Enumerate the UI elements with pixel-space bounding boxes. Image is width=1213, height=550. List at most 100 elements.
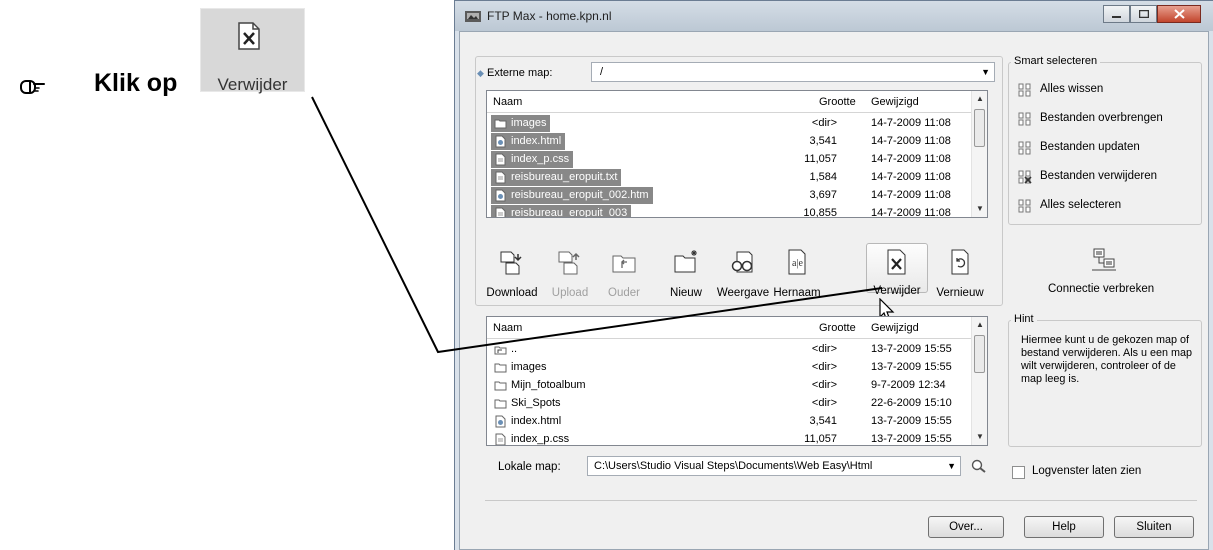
instruction-delete-button-image: Verwijder (200, 8, 305, 94)
rename-icon: a|e (788, 249, 806, 275)
smart-item-1[interactable]: Bestanden overbrengen (1040, 112, 1163, 124)
file-row[interactable]: reisbureau_eropuit_002.htm 3,697 14-7-2009… (487, 187, 971, 205)
new-folder-button[interactable]: Nieuw (654, 248, 718, 299)
file-modified: 9-7-2009 12:34 (871, 379, 946, 391)
folder-icon (494, 119, 507, 129)
parent-folder-icon (494, 346, 507, 355)
file-row[interactable]: reisbureau_eropuit_003 10,855 14-7-2009 11… (487, 205, 971, 218)
col-size[interactable]: Grootte (819, 96, 856, 108)
remote-file-list[interactable]: Naam Grootte Gewijzigd images <dir> 14-7-2… (486, 90, 988, 218)
smart-item-4[interactable]: Alles selecteren (1040, 199, 1121, 211)
local-list-header: Naam Grootte Gewijzigd (487, 317, 971, 339)
file-row[interactable]: index_p.css 11,057 13-7-2009 15:55 (487, 431, 971, 445)
file-icon (495, 171, 506, 184)
file-name: reisbureau_eropuit_002.htm (491, 187, 653, 204)
file-modified: 13-7-2009 15:55 (871, 361, 952, 373)
ftp-app-icon (465, 11, 481, 22)
smart-item-2[interactable]: Bestanden updaten (1040, 141, 1140, 153)
file-modified: 14-7-2009 11:08 (871, 135, 951, 147)
file-row[interactable]: index.html 3,541 14-7-2009 11:08 (487, 133, 971, 151)
col-name[interactable]: Naam (493, 96, 522, 108)
file-icon (495, 153, 506, 166)
parent-folder-icon (612, 255, 636, 273)
file-row[interactable]: index.html 3,541 13-7-2009 15:55 (487, 413, 971, 431)
instruction-panel: Klik op Verwijder (0, 0, 446, 550)
new-folder-label: Nieuw (670, 287, 702, 299)
file-name: index_p.css (491, 151, 574, 168)
refresh-button[interactable]: Vernieuw (928, 248, 992, 299)
local-path-value: C:\Users\Studio Visual Steps\Documents\W… (594, 460, 873, 472)
file-row[interactable]: reisbureau_eropuit.txt 1,584 14-7-2009 11:… (487, 169, 971, 187)
file-row[interactable]: Mijn_fotoalbum <dir> 9-7-2009 12:34 (487, 377, 971, 395)
upload-icon (558, 251, 580, 275)
remote-scrollbar[interactable]: ▲ ▼ (971, 91, 987, 217)
chevron-down-icon: ▼ (947, 461, 956, 471)
rename-button[interactable]: a|e Hernaam (765, 248, 829, 299)
parent-button[interactable]: Ouder (592, 248, 656, 299)
file-size: <dir> (811, 117, 837, 129)
maximize-button[interactable] (1130, 5, 1157, 23)
file-name: index.html (491, 413, 565, 430)
file-row[interactable]: index_p.css 11,057 14-7-2009 11:08 (487, 151, 971, 169)
file-name: images (491, 359, 550, 376)
select-all-icon (1018, 199, 1031, 213)
file-size: 10,855 (803, 207, 837, 218)
title-bar[interactable]: FTP Max - home.kpn.nl (455, 1, 1213, 31)
file-row[interactable]: images <dir> 14-7-2009 11:08 (487, 115, 971, 133)
html-file-icon (495, 135, 506, 148)
col-modified[interactable]: Gewijzigd (871, 322, 919, 334)
file-row[interactable]: .. <dir> 13-7-2009 15:55 (487, 341, 971, 359)
download-button[interactable]: Download (480, 248, 544, 299)
close-window-button[interactable] (1157, 5, 1201, 23)
file-size: <dir> (811, 379, 837, 391)
scroll-up-icon[interactable]: ▲ (972, 317, 987, 333)
file-name: reisbureau_eropuit.txt (491, 169, 622, 186)
html-file-icon (495, 415, 506, 428)
download-label: Download (486, 287, 538, 299)
col-size[interactable]: Grootte (819, 322, 856, 334)
scroll-down-icon[interactable]: ▼ (972, 429, 987, 445)
local-file-list[interactable]: Naam Grootte Gewijzigd .. <dir> 13-7-2009 … (486, 316, 988, 446)
folder-icon (494, 381, 507, 391)
about-button[interactable]: Over... (928, 516, 1004, 538)
file-modified: 14-7-2009 11:08 (871, 171, 951, 183)
rename-label: Hernaam (773, 287, 821, 299)
hint-title: Hint (1011, 313, 1037, 325)
refresh-icon (951, 249, 969, 275)
file-icon (495, 433, 506, 445)
help-button[interactable]: Help (1024, 516, 1104, 538)
close-button[interactable]: Sluiten (1114, 516, 1194, 538)
local-scrollbar[interactable]: ▲ ▼ (971, 317, 987, 445)
scroll-thumb[interactable] (974, 109, 985, 147)
delete-files-icon (1018, 170, 1032, 184)
scroll-up-icon[interactable]: ▲ (972, 91, 987, 107)
divider (485, 500, 1197, 501)
remote-map-label: ◆ Externe map: (477, 67, 553, 79)
local-path-combo[interactable]: C:\Users\Studio Visual Steps\Documents\W… (587, 456, 961, 476)
minimize-icon (1112, 15, 1121, 18)
disconnect-link[interactable]: Connectie verbreken (1048, 283, 1154, 295)
file-icon (495, 207, 506, 217)
browse-search-icon[interactable] (970, 459, 988, 473)
update-files-icon (1018, 141, 1031, 155)
smart-item-3[interactable]: Bestanden verwijderen (1040, 170, 1157, 182)
scroll-down-icon[interactable]: ▼ (972, 201, 987, 217)
file-name: .. (491, 341, 521, 358)
col-modified[interactable]: Gewijzigd (871, 96, 919, 108)
smart-item-0[interactable]: Alles wissen (1040, 83, 1103, 95)
file-size: <dir> (811, 397, 837, 409)
delete-label: Verwijder (873, 285, 921, 297)
scroll-thumb[interactable] (974, 335, 985, 373)
delete-button[interactable]: Verwijder (866, 243, 928, 297)
remote-list-header: Naam Grootte Gewijzigd (487, 91, 971, 113)
window-title: FTP Max - home.kpn.nl (487, 9, 612, 23)
file-row[interactable]: Ski_Spots <dir> 22-6-2009 15:10 (487, 395, 971, 413)
folder-icon (494, 399, 507, 409)
file-row[interactable]: images <dir> 13-7-2009 15:55 (487, 359, 971, 377)
log-checkbox[interactable] (1012, 466, 1025, 479)
clear-selection-icon (1018, 83, 1031, 97)
remote-path-combo[interactable]: / ▼ (591, 62, 995, 82)
minimize-button[interactable] (1103, 5, 1130, 23)
col-name[interactable]: Naam (493, 322, 522, 334)
log-label[interactable]: Logvenster laten zien (1032, 465, 1141, 477)
